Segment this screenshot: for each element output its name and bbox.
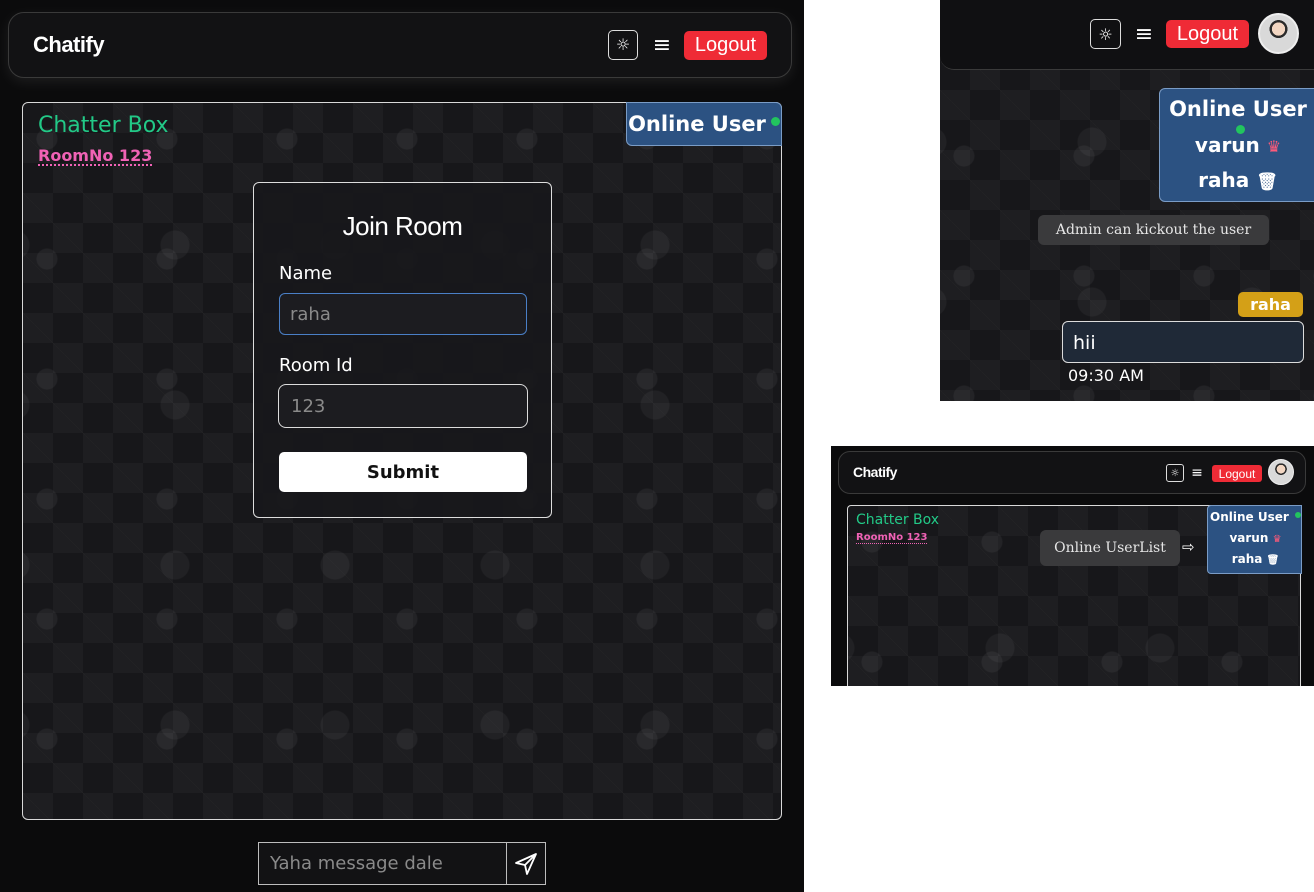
online-user-item[interactable]: raha 🗑 (1208, 552, 1303, 566)
name-label: Name (279, 263, 333, 284)
menu-icon[interactable]: ≡ (1131, 19, 1157, 49)
chat-title: Chatter Box (856, 512, 940, 528)
trash-icon[interactable]: 🗑 (1256, 172, 1278, 192)
sun-icon: ☼ (1098, 24, 1113, 44)
menu-icon[interactable]: ≡ (649, 30, 675, 60)
brand-logo[interactable]: Chatify (853, 464, 897, 480)
submit-button[interactable]: Submit (279, 452, 527, 492)
logout-button[interactable]: Logout (684, 31, 767, 60)
logout-button[interactable]: Logout (1166, 20, 1249, 48)
user-avatar[interactable] (1268, 459, 1294, 485)
inset-navbar: Chatify ☼ ≡ Logout (838, 451, 1306, 494)
inset-admin-view: ☼ ≡ Logout Online User varun ♛ raha 🗑 Ad… (940, 0, 1314, 401)
online-status-dot (1294, 512, 1301, 518)
inset-navbar: ☼ ≡ Logout (940, 0, 1314, 70)
online-user-header: Online User (1208, 510, 1303, 524)
online-status-dot (770, 116, 780, 126)
online-user-panel[interactable]: Online User varun ♛ raha 🗑 (1159, 88, 1314, 202)
message-time: 09:30 AM (1068, 366, 1144, 385)
navbar: Chatify ☼ ≡ Logout (8, 12, 792, 78)
online-user-title: Online User (628, 112, 766, 136)
online-user-name: varun (1229, 531, 1269, 545)
brand-logo[interactable]: Chatify (33, 32, 105, 58)
online-user-item[interactable]: varun ♛ (1160, 133, 1314, 157)
send-button[interactable] (507, 843, 545, 884)
main-app: Chatify ☼ ≡ Logout Chatter Box RoomNo 12… (0, 0, 804, 892)
admin-tooltip: Admin can kickout the user (1038, 215, 1269, 245)
send-icon (515, 852, 537, 875)
online-user-panel[interactable]: Online User varun ♛ raha 🗑 (1207, 505, 1302, 574)
theme-toggle-button[interactable]: ☼ (1090, 19, 1121, 49)
join-room-form: Join Room Name Room Id Submit (253, 182, 552, 518)
online-user-panel[interactable]: Online User (626, 102, 782, 146)
online-user-name: raha (1198, 168, 1250, 192)
room-number: RoomNo 123 (856, 532, 928, 544)
online-user-title: Online User (1169, 97, 1307, 121)
logout-button[interactable]: Logout (1212, 465, 1262, 482)
menu-icon[interactable]: ≡ (1190, 463, 1204, 483)
trash-icon[interactable]: 🗑 (1267, 555, 1280, 566)
online-user-item[interactable]: varun ♛ (1208, 531, 1303, 545)
room-number: RoomNo 123 (38, 146, 153, 166)
message-text: hii (1073, 332, 1096, 354)
inset-userlist-view: Chatify ☼ ≡ Logout Chatter Box RoomNo 12… (831, 446, 1314, 686)
sun-icon: ☼ (615, 35, 631, 54)
message-input[interactable] (259, 843, 507, 884)
theme-toggle-button[interactable]: ☼ (608, 30, 638, 60)
online-user-name: raha (1231, 552, 1263, 566)
arrow-right-icon: ⇨ (1182, 538, 1195, 556)
online-user-item[interactable]: raha 🗑 (1160, 168, 1314, 192)
userlist-tooltip: Online UserList (1040, 530, 1180, 566)
chat-title: Chatter Box (38, 113, 169, 138)
chat-box: Chatter Box RoomNo 123 Online User Join … (22, 102, 782, 820)
sender-badge: raha (1238, 292, 1303, 317)
crown-icon: ♛ (1266, 137, 1282, 156)
room-id-label: Room Id (279, 355, 353, 376)
chat-box: Chatter Box RoomNo 123 Online UserList ⇨… (847, 505, 1302, 686)
online-user-name: varun (1194, 133, 1260, 157)
form-title: Join Room (342, 211, 463, 241)
user-avatar[interactable] (1258, 13, 1299, 54)
message-bar (258, 842, 546, 885)
theme-toggle-button[interactable]: ☼ (1166, 464, 1184, 482)
room-id-input[interactable] (278, 384, 528, 428)
message-bubble: hii (1062, 321, 1304, 363)
crown-icon: ♛ (1272, 534, 1282, 545)
name-input[interactable] (279, 293, 527, 335)
online-user-title: Online User (1210, 510, 1289, 524)
sun-icon: ☼ (1170, 467, 1180, 479)
